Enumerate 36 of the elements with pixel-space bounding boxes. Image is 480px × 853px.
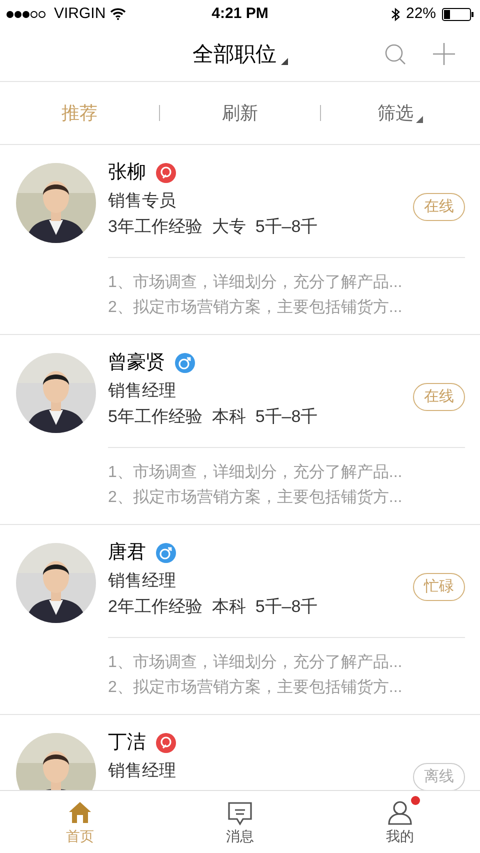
- job-title: 销售专员: [108, 190, 176, 212]
- add-icon[interactable]: [433, 43, 455, 65]
- job-description-line: 2、拟定市场营销方案，主要包括铺货方...: [108, 487, 402, 508]
- job-description-line: 1、市场调查，详细划分，充分了解产品...: [108, 652, 402, 673]
- job-title: 销售经理: [108, 760, 176, 782]
- status-badge: 在线: [413, 193, 465, 221]
- candidate-details: 3年工作经验 大专 5千–8千: [108, 216, 318, 238]
- job-title: 销售经理: [108, 380, 176, 402]
- wifi-icon: [110, 8, 126, 20]
- clock: 4:21 PM: [212, 4, 268, 24]
- caret-icon: [280, 58, 288, 66]
- battery-percent: 22%: [406, 4, 436, 24]
- job-description-line: 2、拟定市场营销方案，主要包括铺货方...: [108, 297, 402, 318]
- filter-tab[interactable]: 刷新: [222, 100, 258, 126]
- candidate-details: 5年工作经验 本科 5千–8千: [108, 406, 318, 428]
- candidate-details: 2年工作经验 本科 5千–8千: [108, 596, 318, 618]
- status-badge: 忙碌: [413, 573, 465, 601]
- job-title: 销售经理: [108, 570, 176, 592]
- candidate-name: 张柳: [108, 160, 146, 185]
- candidate-name: 丁洁: [108, 730, 146, 755]
- status-badge: 在线: [413, 383, 465, 411]
- nav-tab[interactable]: 我的: [320, 791, 480, 853]
- carrier-name: VIRGIN: [54, 4, 106, 24]
- filter-tab[interactable]: 筛选: [377, 100, 424, 126]
- person-icon: [386, 799, 414, 827]
- title-dropdown[interactable]: 全部职位: [192, 38, 288, 70]
- job-description-line: 1、市场调查，详细划分，充分了解产品...: [108, 462, 402, 483]
- bluetooth-icon: [390, 6, 400, 22]
- search-icon[interactable]: [384, 43, 406, 65]
- message-icon: [226, 799, 254, 827]
- battery-icon: [442, 8, 474, 20]
- job-description-line: 1、市场调查，详细划分，充分了解产品...: [108, 272, 402, 293]
- candidate-name: 唐君: [108, 540, 146, 565]
- job-description-line: 2、拟定市场营销方案，主要包括铺货方...: [108, 677, 402, 698]
- candidate-name: 曾豪贤: [108, 350, 165, 375]
- nav-tab[interactable]: 消息: [160, 791, 320, 853]
